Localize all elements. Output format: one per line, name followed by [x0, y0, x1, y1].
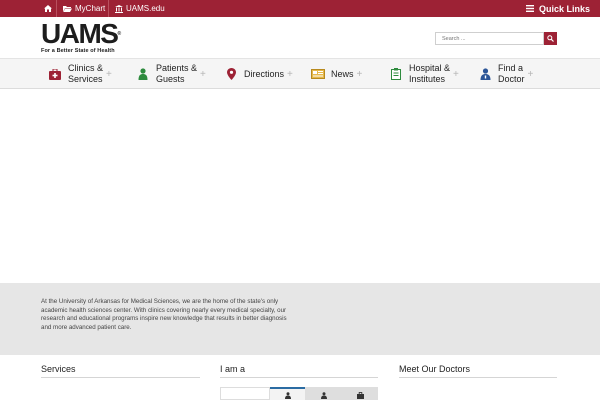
tab-professional[interactable]: [343, 387, 378, 400]
nav-directions[interactable]: Directions +: [224, 59, 293, 89]
nav-label: Hospital & Institutes: [409, 63, 451, 84]
newspaper-icon: [311, 67, 325, 81]
nav-find-a-doctor[interactable]: Find a Doctor +: [478, 59, 533, 89]
services-divider: [41, 377, 200, 378]
meet-our-doctors-divider: [399, 377, 557, 378]
divider: [108, 0, 109, 17]
search-input[interactable]: [435, 32, 544, 45]
nav-patients-guests[interactable]: Patients & Guests +: [136, 59, 206, 89]
services-heading: Services: [41, 364, 76, 374]
expand-plus-icon: +: [106, 68, 112, 80]
map-marker-icon: [224, 67, 238, 81]
home-link[interactable]: [44, 0, 52, 17]
meet-our-doctors-heading: Meet Our Doctors: [399, 364, 471, 374]
i-am-a-heading: I am a: [220, 364, 246, 374]
divider: [56, 0, 57, 17]
expand-plus-icon: +: [453, 68, 459, 80]
nav-label: Directions: [244, 68, 285, 79]
nav-label: Patients & Guests: [156, 63, 198, 84]
person-icon: [284, 392, 291, 399]
nav-news[interactable]: News +: [311, 59, 362, 89]
quick-links-button[interactable]: Quick Links: [525, 0, 590, 17]
menu-bars-icon: [525, 5, 534, 12]
expand-plus-icon: +: [356, 68, 363, 80]
briefcase-icon: [357, 392, 364, 399]
logo-tagline: For a Better State of Health: [41, 48, 115, 54]
tab-patient[interactable]: [270, 387, 305, 400]
i-am-a-tabs: [220, 387, 378, 400]
about-band: At the University of Arkansas for Medica…: [0, 283, 600, 355]
home-icon: [44, 5, 52, 12]
search-button[interactable]: [544, 32, 557, 45]
expand-plus-icon: +: [200, 68, 206, 80]
nav-clinics-services[interactable]: Clinics & Services +: [48, 59, 112, 89]
nav-label: Find a Doctor: [498, 63, 525, 84]
main-navigation: Clinics & Services + Patients & Guests + D…: [0, 58, 600, 89]
uams-edu-link[interactable]: UAMS.edu: [115, 0, 165, 17]
first-aid-kit-icon: [48, 67, 62, 81]
nav-hospital-institutes[interactable]: Hospital & Institutes +: [389, 59, 459, 89]
nav-label: Clinics & Services: [68, 63, 104, 84]
about-text: At the University of Arkansas for Medica…: [41, 298, 287, 331]
site-search: [435, 32, 557, 45]
uams-edu-label: UAMS.edu: [126, 4, 165, 13]
expand-plus-icon: +: [527, 68, 534, 80]
clipboard-icon: [389, 67, 403, 81]
tab-blank[interactable]: [220, 387, 270, 400]
folder-open-icon: [63, 6, 72, 12]
nav-label: News: [331, 68, 354, 79]
search-icon: [547, 35, 554, 42]
person-icon: [136, 67, 150, 81]
mychart-label: MyChart: [75, 4, 106, 13]
institution-icon: [115, 4, 123, 13]
i-am-a-divider: [220, 377, 378, 378]
logo-wordmark: UAMS®: [41, 18, 122, 49]
utility-bar: MyChart UAMS.edu Quick Links: [0, 0, 600, 17]
expand-plus-icon: +: [287, 68, 293, 80]
doctor-icon: [478, 67, 492, 81]
tab-visitor[interactable]: [305, 387, 343, 400]
quick-links-label: Quick Links: [538, 3, 590, 14]
uams-logo[interactable]: UAMS® For a Better State of Health: [41, 18, 122, 55]
mychart-link[interactable]: MyChart: [63, 0, 105, 17]
person-icon: [321, 392, 327, 399]
